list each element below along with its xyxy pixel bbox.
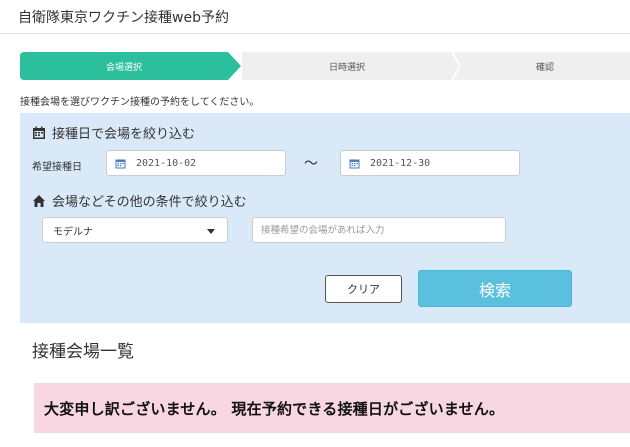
other-filter-title: 会場などその他の条件で絞り込む bbox=[52, 195, 247, 210]
no-availability-alert: 大変申し訳ございません。 現在予約できる接種日がございません。 bbox=[34, 383, 630, 433]
filter-panel: 接種日で会場を絞り込む 希望接種日 2021-10-02 〜 2021-12-3… bbox=[20, 113, 630, 323]
calendar-icon bbox=[349, 159, 360, 168]
desired-date-label: 希望接種日 bbox=[32, 162, 82, 173]
instructions-text: 接種会場を選びワクチン接種の予約をしてください。 bbox=[20, 97, 260, 108]
step-confirmation: 確認 bbox=[460, 52, 630, 80]
date-to-field[interactable]: 2021-12-30 bbox=[340, 150, 520, 176]
alert-message: 大変申し訳ございません。 現在予約できる接種日がございません。 bbox=[44, 399, 505, 418]
date-filter-title: 接種日で会場を絞り込む bbox=[52, 127, 196, 142]
other-filter-heading: 会場などその他の条件で絞り込む bbox=[32, 191, 247, 210]
date-filter-heading: 接種日で会場を絞り込む bbox=[32, 123, 195, 142]
date-from-field[interactable]: 2021-10-02 bbox=[106, 150, 286, 176]
search-button[interactable]: 検索 bbox=[418, 270, 572, 307]
progress-steps: 会場選択 日時選択 確認 bbox=[20, 52, 630, 80]
vaccine-type-value: モデルナ bbox=[53, 226, 93, 238]
step-datetime-selection: 日時選択 bbox=[242, 52, 452, 80]
date-from-value: 2021-10-02 bbox=[136, 157, 197, 169]
venue-search-input[interactable] bbox=[252, 217, 506, 243]
clear-button[interactable]: クリア bbox=[325, 275, 402, 303]
venue-list-title: 接種会場一覧 bbox=[32, 342, 134, 362]
step-venue-selection: 会場選択 bbox=[20, 52, 228, 80]
app-header: 自衛隊東京ワクチン接種web予約 bbox=[0, 0, 630, 34]
step-arrow bbox=[228, 52, 241, 80]
caret-down-icon bbox=[207, 229, 215, 234]
date-to-value: 2021-12-30 bbox=[370, 157, 431, 169]
vaccine-type-select[interactable]: モデルナ bbox=[42, 217, 228, 243]
app-title: 自衛隊東京ワクチン接種web予約 bbox=[18, 10, 229, 26]
home-icon bbox=[33, 194, 45, 207]
calendar-icon bbox=[115, 159, 126, 168]
calendar-icon bbox=[33, 126, 45, 139]
date-range-separator: 〜 bbox=[304, 156, 318, 172]
